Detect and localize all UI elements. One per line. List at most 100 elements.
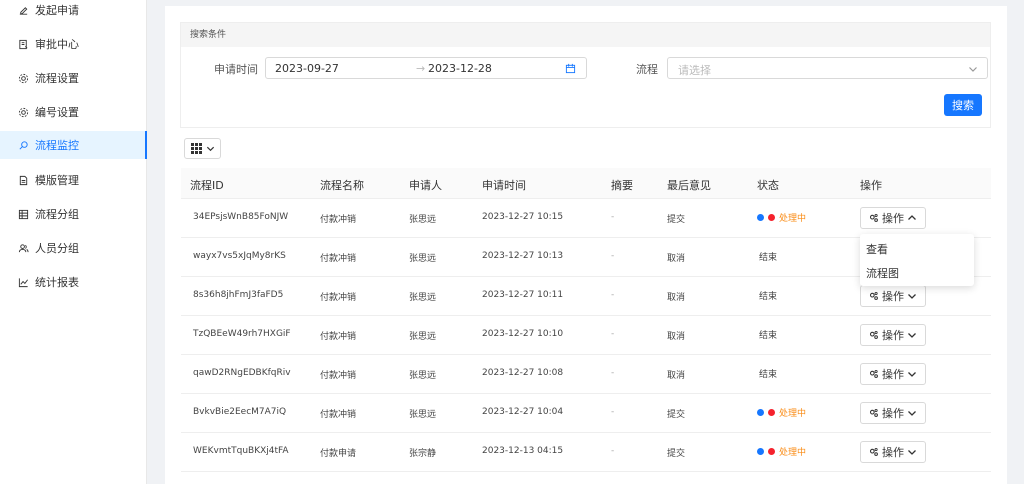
dropdown-item-view[interactable]: 查看 [866, 241, 888, 257]
flow-select-placeholder: 请选择 [678, 64, 711, 77]
status-text: 结束 [759, 331, 778, 341]
sidebar-item-user-group[interactable]: 人员分组 [0, 233, 147, 263]
column-settings-button[interactable] [184, 138, 221, 159]
sidebar-item-flow-settings[interactable]: 流程设置 [0, 63, 147, 93]
table-row: 34EPsjsWnB85FoNJW 付款冲销 张思远 2023-12-27 10:15… [181, 199, 991, 238]
users-icon [18, 243, 29, 254]
sidebar-item-label: 流程监控 [35, 139, 79, 152]
sidebar-item-label: 流程分组 [35, 208, 79, 221]
date-range-picker[interactable]: 2023-09-27 → 2023-12-28 [265, 57, 587, 79]
flow-select[interactable]: 请选择 [667, 57, 988, 79]
cell-flow-name: 付款冲销 [320, 215, 357, 225]
status-badge: 结束 [759, 367, 777, 380]
cell-applicant: 张宗静 [409, 449, 437, 459]
column-header: 流程ID [190, 179, 224, 192]
status-text: 处理中 [779, 214, 807, 224]
cell-time: 2023-12-13 04:15 [482, 446, 564, 456]
cell-opinion: 取消 [667, 293, 686, 303]
chevron-down-icon [908, 294, 916, 299]
table-row: WEKvmtTquBKXj4tFA 付款申请 张宗静 2023-12-13 04:15… [181, 433, 991, 472]
sidebar-item-apply[interactable]: 发起申请 [0, 0, 147, 25]
search-panel: 搜索条件 申请时间 2023-09-27 → 2023-12-28 流程 请选择… [180, 22, 991, 128]
cell-flow-name: 付款冲销 [320, 371, 357, 381]
sidebar-item-reports[interactable]: 统计报表 [0, 267, 147, 297]
monitor-icon [18, 140, 29, 151]
cell-summary: - [611, 407, 615, 417]
sidebar-item-number-settings[interactable]: 编号设置 [0, 97, 147, 127]
template-icon [18, 175, 29, 186]
dropdown-item-flowchart[interactable]: 流程图 [866, 265, 899, 281]
gears-icon [869, 291, 878, 300]
grid-icon [190, 143, 202, 154]
cell-applicant: 张思远 [409, 215, 437, 225]
column-header: 申请人 [409, 179, 442, 192]
cell-applicant: 张思远 [409, 254, 437, 264]
status-text: 处理中 [779, 409, 807, 419]
cell-flow-id: 34EPsjsWnB85FoNJW [193, 212, 289, 222]
cell-opinion: 提交 [667, 449, 686, 459]
status-text: 结束 [759, 292, 778, 302]
settings-icon [18, 73, 29, 84]
operation-label: 操作 [882, 446, 904, 459]
date-separator: → [416, 61, 426, 75]
column-header: 流程名称 [320, 179, 364, 192]
cell-flow-id: wayx7vs5xJqMy8rKS [193, 251, 286, 261]
status-text: 结束 [759, 253, 778, 263]
status-dot-icon [757, 409, 764, 416]
cell-flow-id: 8s36h8jhFmJ3faFD5 [193, 290, 284, 300]
cell-summary: - [611, 290, 615, 300]
cell-time: 2023-12-27 10:11 [482, 290, 564, 300]
cell-flow-name: 付款冲销 [320, 332, 357, 342]
operation-label: 操作 [882, 212, 904, 225]
cell-flow-id: BvkvBie2EecM7A7iQ [193, 407, 287, 417]
status-dot-icon [757, 214, 764, 221]
sidebar-item-flow-monitor[interactable]: 流程监控 [0, 131, 147, 159]
chevron-down-icon [908, 372, 916, 377]
operation-button[interactable]: 操作 [860, 402, 926, 424]
cell-time: 2023-12-27 10:04 [482, 407, 564, 417]
status-badge: 处理中 [757, 445, 806, 458]
cell-flow-name: 付款冲销 [320, 293, 357, 303]
column-header: 状态 [757, 179, 779, 192]
operation-button[interactable]: 操作 [860, 285, 926, 307]
status-badge: 结束 [759, 328, 777, 341]
operation-button[interactable]: 操作 [860, 324, 926, 346]
chart-icon [18, 277, 29, 288]
sidebar-item-flow-group[interactable]: 流程分组 [0, 199, 147, 229]
cell-applicant: 张思远 [409, 293, 437, 303]
sidebar-item-approval[interactable]: 审批中心 [0, 29, 147, 59]
operation-button[interactable]: 操作 [860, 207, 926, 229]
search-header: 搜索条件 [181, 23, 990, 47]
calendar-icon [565, 63, 576, 74]
cell-time: 2023-12-27 10:10 [482, 329, 564, 339]
gears-icon [869, 330, 878, 339]
table-row: qawD2RNgEDBKfqRiv 付款冲销 张思远 2023-12-27 10:08… [181, 355, 991, 394]
cell-opinion: 取消 [667, 254, 686, 264]
sidebar-item-label: 发起申请 [35, 4, 79, 17]
operation-button[interactable]: 操作 [860, 441, 926, 463]
approval-icon [18, 39, 29, 50]
sidebar-item-label: 统计报表 [35, 276, 79, 289]
cell-flow-name: 付款冲销 [320, 254, 357, 264]
cell-applicant: 张思远 [409, 410, 437, 420]
date-label: 申请时间 [214, 63, 258, 76]
operation-button[interactable]: 操作 [860, 363, 926, 385]
cell-time: 2023-12-27 10:08 [482, 368, 564, 378]
gears-icon [869, 369, 878, 378]
sidebar-item-templates[interactable]: 模版管理 [0, 165, 147, 195]
cell-opinion: 提交 [667, 215, 686, 225]
status-dot-icon [768, 214, 775, 221]
column-header: 操作 [860, 179, 882, 192]
cell-applicant: 张思远 [409, 371, 437, 381]
search-button[interactable]: 搜索 [944, 94, 982, 116]
operation-dropdown: 查看 流程图 [860, 234, 974, 286]
sidebar-item-label: 编号设置 [35, 106, 79, 119]
cell-flow-id: WEKvmtTquBKXj4tFA [193, 446, 289, 456]
date-end[interactable]: 2023-12-28 [428, 62, 492, 75]
settings-icon [18, 107, 29, 118]
gears-icon [869, 447, 878, 456]
chevron-down-icon [206, 146, 214, 152]
date-start[interactable]: 2023-09-27 [275, 62, 339, 75]
cell-opinion: 取消 [667, 371, 686, 381]
table-row: TzQBEeW49rh7HXGiF 付款冲销 张思远 2023-12-27 10:10… [181, 316, 991, 355]
